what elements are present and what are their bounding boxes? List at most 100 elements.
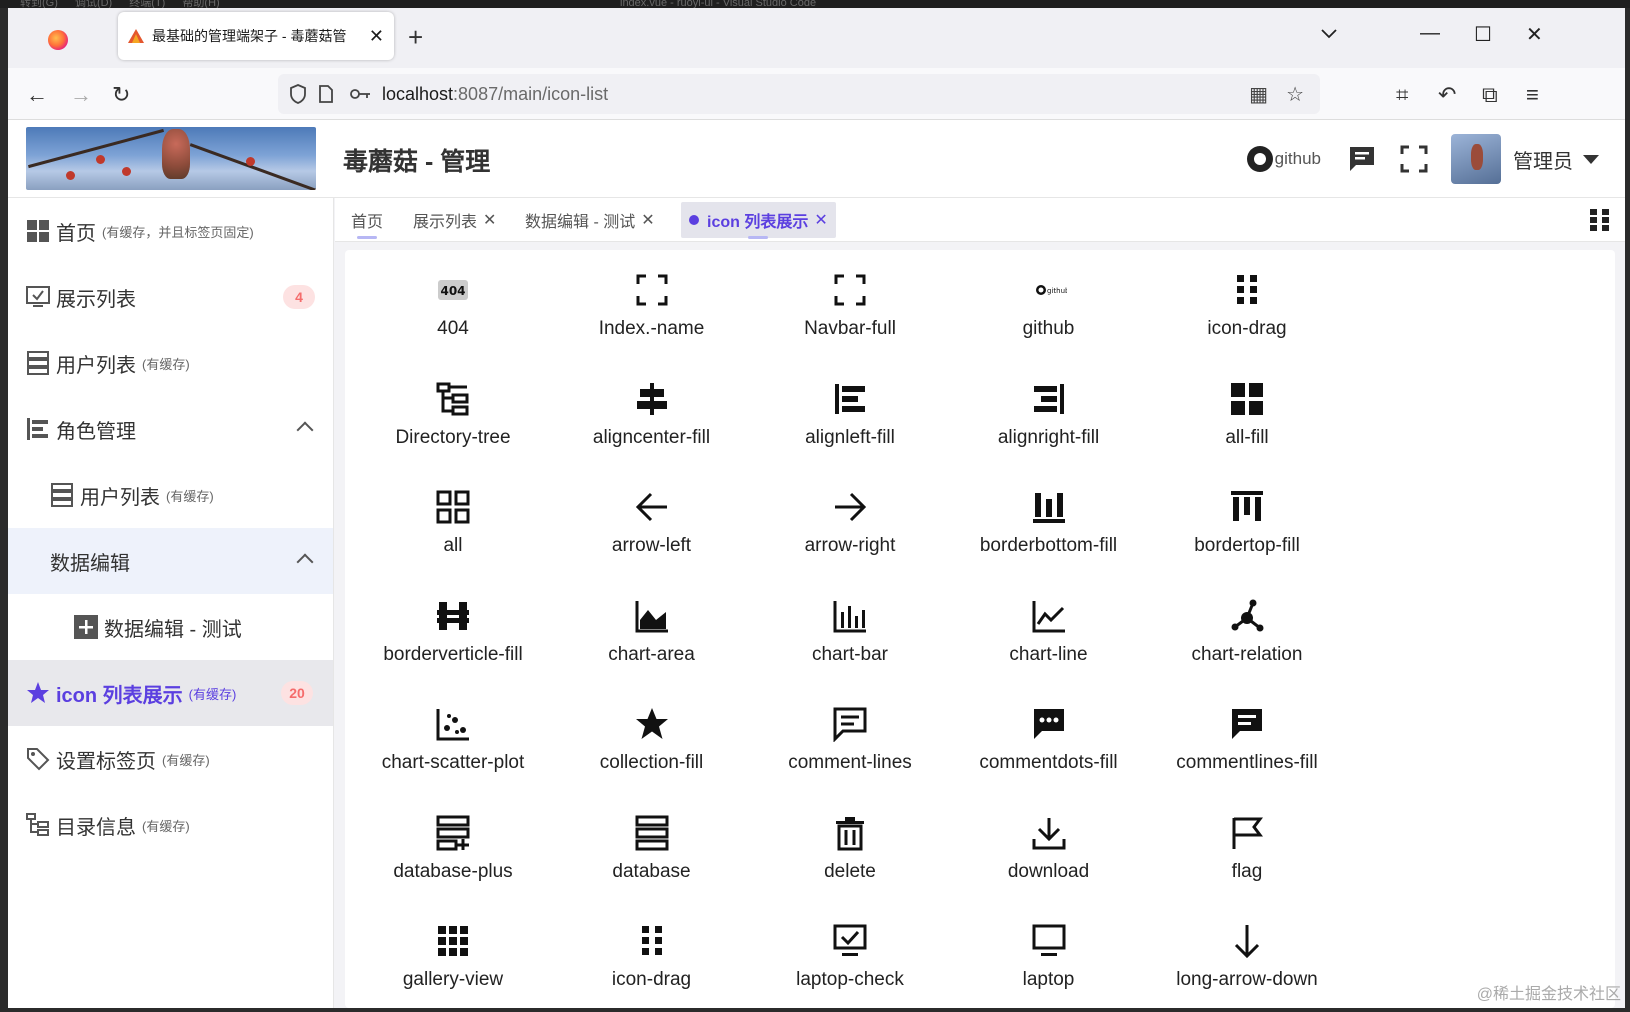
- icon-item[interactable]: delete: [750, 801, 950, 909]
- qr-code-icon[interactable]: ▦: [1249, 82, 1268, 107]
- icon-item[interactable]: aligncenter-fill: [552, 367, 752, 475]
- icon-item[interactable]: Index.-name: [552, 258, 752, 366]
- undo-icon[interactable]: ↶: [1438, 82, 1456, 108]
- icon-item[interactable]: long-arrow-down: [1147, 909, 1347, 1008]
- firefox-tab[interactable]: [28, 20, 88, 60]
- icon-item[interactable]: bordertop-fill: [1147, 475, 1347, 583]
- icon-item[interactable]: database-plus: [353, 801, 553, 909]
- tags-menu-icon[interactable]: [1589, 208, 1611, 232]
- icon-item[interactable]: borderverticle-fill: [353, 584, 553, 692]
- icon-label: Navbar-full: [804, 318, 896, 339]
- close-icon[interactable]: ✕: [814, 210, 827, 230]
- icon-item[interactable]: gallery-view: [353, 909, 553, 1008]
- icon-label: aligncenter-fill: [592, 426, 711, 448]
- github-link[interactable]: github: [1246, 146, 1321, 172]
- sidebar-item-directory-info[interactable]: 目录信息 (有缓存): [8, 792, 333, 858]
- icon-item[interactable]: github github: [949, 258, 1149, 366]
- close-icon[interactable]: ✕: [641, 210, 654, 230]
- icon-item[interactable]: collection-fill: [552, 692, 752, 800]
- tab-icon-list[interactable]: icon 列表展示 ✕: [681, 202, 836, 239]
- icon-item[interactable]: commentlines-fill: [1147, 692, 1347, 800]
- laptop-icon: [1032, 924, 1065, 956]
- icon-item[interactable]: 404 404: [353, 258, 553, 366]
- icon-item[interactable]: flag: [1147, 801, 1347, 909]
- url-bar[interactable]: localhost:8087/main/icon-list ▦ ☆: [278, 74, 1320, 114]
- close-window-icon[interactable]: ✕: [1526, 22, 1543, 47]
- fullscreen-icon[interactable]: [1399, 144, 1429, 174]
- reload-icon[interactable]: ↻: [112, 82, 130, 108]
- maximize-icon[interactable]: ☐: [1474, 22, 1492, 47]
- icon-label: chart-line: [1009, 643, 1088, 665]
- icon-item[interactable]: arrow-right: [750, 475, 950, 583]
- icon-item[interactable]: icon-drag: [1147, 258, 1347, 366]
- icon-label: download: [1007, 860, 1090, 882]
- os-menu[interactable]: 终端(T): [129, 0, 165, 8]
- shield-icon[interactable]: [288, 83, 308, 105]
- tab-display-list[interactable]: 展示列表 ✕: [405, 202, 504, 238]
- icon-item[interactable]: chart-bar: [750, 584, 950, 692]
- sidebar-item-label: 数据编辑 - 测试: [104, 618, 242, 641]
- fullscreen-icon: [636, 274, 667, 306]
- screenshot-crop-icon[interactable]: ⌗: [1396, 82, 1408, 108]
- icon-item[interactable]: borderbottom-fill: [949, 475, 1149, 583]
- icon-item[interactable]: laptop: [949, 909, 1149, 1008]
- arrow-down-icon: [1234, 925, 1260, 959]
- avatar[interactable]: [1451, 134, 1501, 184]
- sidebar-item-role-management[interactable]: 角色管理: [8, 396, 333, 462]
- sidebar-item-note: (有缓存): [142, 356, 190, 372]
- browser-tab-active[interactable]: 最基础的管理端架子 - 毒蘑菇管 ✕: [118, 12, 394, 60]
- sidebar-item-display-list[interactable]: 展示列表 4: [8, 264, 333, 330]
- back-icon[interactable]: ←: [26, 82, 48, 108]
- icon-item[interactable]: Directory-tree: [353, 367, 553, 475]
- sidebar-item-user-list[interactable]: 用户列表 (有缓存): [8, 330, 333, 396]
- chevron-up-icon[interactable]: [296, 553, 314, 571]
- icon-item[interactable]: alignleft-fill: [750, 367, 950, 475]
- minimize-icon[interactable]: —: [1420, 22, 1440, 45]
- sidebar-item-data-edit[interactable]: 数据编辑: [8, 528, 333, 594]
- forward-icon[interactable]: →: [70, 82, 92, 108]
- icon-item[interactable]: Navbar-full: [750, 258, 950, 366]
- sidebar-item-tag-settings[interactable]: 设置标签页 (有缓存): [8, 726, 333, 792]
- icon-item[interactable]: all: [353, 475, 553, 583]
- os-menu[interactable]: 调试(D): [75, 0, 112, 8]
- icon-item[interactable]: arrow-left: [552, 475, 752, 583]
- chevron-up-icon[interactable]: [296, 421, 314, 439]
- delete-icon: [836, 816, 864, 850]
- tab-list-chevron-icon[interactable]: [1320, 28, 1338, 40]
- app-menu-icon[interactable]: ≡: [1526, 82, 1539, 108]
- os-menu[interactable]: 帮助(H): [182, 0, 219, 8]
- key-icon[interactable]: [350, 87, 372, 101]
- sidebar-item-label: icon 列表展示: [56, 684, 183, 707]
- icon-item[interactable]: laptop-check: [750, 909, 950, 1008]
- sidebar-item-icon-list[interactable]: icon 列表展示 (有缓存) 20: [8, 660, 333, 726]
- icon-item[interactable]: database: [552, 801, 752, 909]
- sidebar-item-user-list-sub[interactable]: 用户列表 (有缓存): [8, 462, 333, 528]
- icon-item[interactable]: chart-relation: [1147, 584, 1347, 692]
- icon-label: Directory-tree: [395, 426, 511, 448]
- icon-item[interactable]: chart-scatter-plot: [353, 692, 553, 800]
- close-icon[interactable]: ✕: [483, 210, 496, 230]
- icon-item[interactable]: alignright-fill: [949, 367, 1149, 475]
- header-banner-image: [26, 127, 316, 190]
- icon-item[interactable]: comment-lines: [750, 692, 950, 800]
- close-tab-icon[interactable]: ✕: [369, 26, 384, 47]
- icon-item[interactable]: all-fill: [1147, 367, 1347, 475]
- icon-item[interactable]: commentdots-fill: [949, 692, 1149, 800]
- os-menu[interactable]: 转到(G): [20, 0, 58, 8]
- sidebar-item-home[interactable]: 首页 (有缓存，并且标签页固定): [8, 198, 333, 264]
- icon-item[interactable]: chart-line: [949, 584, 1149, 692]
- bookmark-star-icon[interactable]: ☆: [1286, 82, 1304, 107]
- page-info-icon[interactable]: [318, 84, 334, 104]
- extensions-icon[interactable]: ⧉: [1482, 82, 1498, 108]
- icon-item[interactable]: download: [949, 801, 1149, 909]
- icon-item[interactable]: icon-drag: [552, 909, 752, 1008]
- message-icon[interactable]: [1347, 144, 1377, 174]
- new-tab-button[interactable]: +: [408, 22, 423, 53]
- icon-item[interactable]: chart-area: [552, 584, 752, 692]
- user-name[interactable]: 管理员: [1513, 145, 1573, 174]
- user-menu-caret-icon[interactable]: [1583, 154, 1599, 164]
- tab-data-edit-test[interactable]: 数据编辑 - 测试 ✕: [517, 202, 663, 238]
- database-plus-icon: [436, 815, 470, 850]
- sidebar-item-data-edit-test[interactable]: 数据编辑 - 测试: [8, 594, 333, 660]
- tab-home[interactable]: 首页: [343, 202, 391, 239]
